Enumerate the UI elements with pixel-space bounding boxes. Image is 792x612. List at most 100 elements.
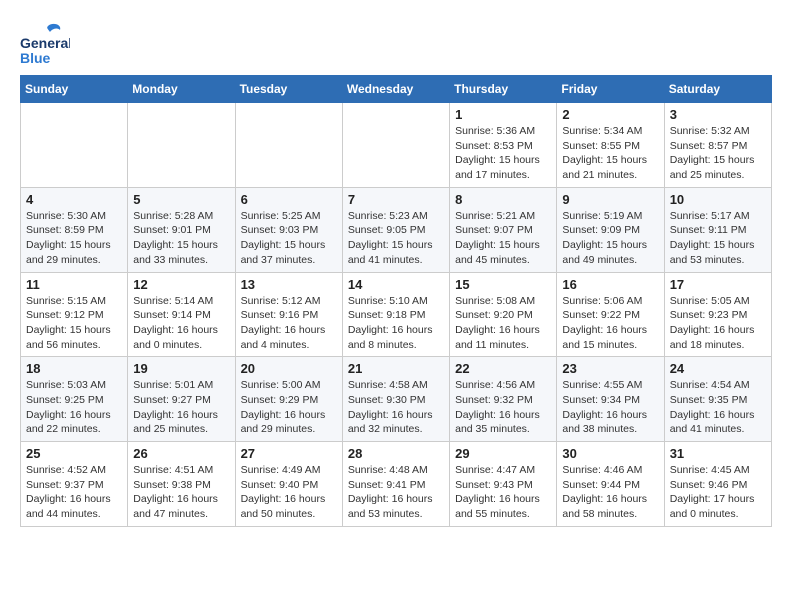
calendar-cell: 30Sunrise: 4:46 AM Sunset: 9:44 PM Dayli… [557, 442, 664, 527]
weekday-header-monday: Monday [128, 76, 235, 103]
day-number: 4 [26, 192, 122, 207]
weekday-header-row: SundayMondayTuesdayWednesdayThursdayFrid… [21, 76, 772, 103]
svg-text:General: General [20, 35, 70, 51]
calendar-cell: 16 Sunrise: 5:06 AM Sunset: 9:22 PM Dayli… [557, 272, 664, 357]
calendar-cell: 3 Sunrise: 5:32 AM Sunset: 8:57 PM Daylig… [664, 103, 771, 188]
day-number: 29 [455, 446, 551, 461]
calendar-cell: 24 Sunrise: 4:54 AM Sunset: 9:35 PM Dayli… [664, 357, 771, 442]
day-number: 23 [562, 361, 658, 376]
day-number: 9 [562, 192, 658, 207]
calendar-cell: 10Sunrise: 5:17 AM Sunset: 9:11 PM Dayli… [664, 187, 771, 272]
week-row-2: 4Sunrise: 5:30 AM Sunset: 8:59 PM Daylig… [21, 187, 772, 272]
day-info: Sunrise: 5:10 AM Sunset: 9:18 PM Dayligh… [348, 294, 444, 353]
day-info: Sunrise: 5:21 AM Sunset: 9:07 PM Dayligh… [455, 209, 551, 268]
day-info: Sunrise: 5:34 AM Sunset: 8:55 PM Dayligh… [562, 124, 658, 183]
weekday-header-saturday: Saturday [664, 76, 771, 103]
calendar-cell: 23 Sunrise: 4:55 AM Sunset: 9:34 PM Dayli… [557, 357, 664, 442]
weekday-header-tuesday: Tuesday [235, 76, 342, 103]
day-number: 7 [348, 192, 444, 207]
calendar-cell: 2 Sunrise: 5:34 AM Sunset: 8:55 PM Daylig… [557, 103, 664, 188]
day-info: Sunrise: 5:15 AM Sunset: 9:12 PM Dayligh… [26, 294, 122, 353]
calendar-cell: 6 Sunrise: 5:25 AM Sunset: 9:03 PM Daylig… [235, 187, 342, 272]
day-info: Sunrise: 4:51 AM Sunset: 9:38 PM Dayligh… [133, 463, 229, 522]
day-number: 19 [133, 361, 229, 376]
day-info: Sunrise: 5:17 AM Sunset: 9:11 PM Dayligh… [670, 209, 766, 268]
svg-text:Blue: Blue [20, 50, 51, 65]
day-info: Sunrise: 4:49 AM Sunset: 9:40 PM Dayligh… [241, 463, 337, 522]
logo-svg: GeneralBlue [20, 20, 70, 65]
day-info: Sunrise: 5:05 AM Sunset: 9:23 PM Dayligh… [670, 294, 766, 353]
day-number: 3 [670, 107, 766, 122]
calendar-cell: 14 Sunrise: 5:10 AM Sunset: 9:18 PM Dayli… [342, 272, 449, 357]
day-info: Sunrise: 4:56 AM Sunset: 9:32 PM Dayligh… [455, 378, 551, 437]
calendar-cell: 11 Sunrise: 5:15 AM Sunset: 9:12 PM Dayli… [21, 272, 128, 357]
day-info: Sunrise: 4:55 AM Sunset: 9:34 PM Dayligh… [562, 378, 658, 437]
day-number: 22 [455, 361, 551, 376]
day-info: Sunrise: 5:36 AM Sunset: 8:53 PM Dayligh… [455, 124, 551, 183]
calendar-cell: 12Sunrise: 5:14 AM Sunset: 9:14 PM Dayli… [128, 272, 235, 357]
weekday-header-friday: Friday [557, 76, 664, 103]
day-info: Sunrise: 4:58 AM Sunset: 9:30 PM Dayligh… [348, 378, 444, 437]
calendar-cell: 9 Sunrise: 5:19 AM Sunset: 9:09 PM Daylig… [557, 187, 664, 272]
day-info: Sunrise: 5:03 AM Sunset: 9:25 PM Dayligh… [26, 378, 122, 437]
day-info: Sunrise: 4:47 AM Sunset: 9:43 PM Dayligh… [455, 463, 551, 522]
calendar-cell: 28 Sunrise: 4:48 AM Sunset: 9:41 PM Dayli… [342, 442, 449, 527]
calendar-cell [235, 103, 342, 188]
day-info: Sunrise: 4:46 AM Sunset: 9:44 PM Dayligh… [562, 463, 658, 522]
calendar-cell: 15 Sunrise: 5:08 AM Sunset: 9:20 PM Dayli… [450, 272, 557, 357]
day-info: Sunrise: 5:25 AM Sunset: 9:03 PM Dayligh… [241, 209, 337, 268]
calendar-cell: 27 Sunrise: 4:49 AM Sunset: 9:40 PM Dayli… [235, 442, 342, 527]
day-info: Sunrise: 5:19 AM Sunset: 9:09 PM Dayligh… [562, 209, 658, 268]
calendar-cell: 25 Sunrise: 4:52 AM Sunset: 9:37 PM Dayli… [21, 442, 128, 527]
day-number: 2 [562, 107, 658, 122]
day-info: Sunrise: 5:28 AM Sunset: 9:01 PM Dayligh… [133, 209, 229, 268]
week-row-5: 25 Sunrise: 4:52 AM Sunset: 9:37 PM Dayli… [21, 442, 772, 527]
day-number: 11 [26, 277, 122, 292]
day-number: 20 [241, 361, 337, 376]
day-number: 26 [133, 446, 229, 461]
day-info: Sunrise: 4:48 AM Sunset: 9:41 PM Dayligh… [348, 463, 444, 522]
day-info: Sunrise: 5:08 AM Sunset: 9:20 PM Dayligh… [455, 294, 551, 353]
weekday-header-wednesday: Wednesday [342, 76, 449, 103]
day-number: 17 [670, 277, 766, 292]
day-number: 31 [670, 446, 766, 461]
day-info: Sunrise: 4:54 AM Sunset: 9:35 PM Dayligh… [670, 378, 766, 437]
day-number: 16 [562, 277, 658, 292]
calendar-cell: 21 Sunrise: 4:58 AM Sunset: 9:30 PM Dayli… [342, 357, 449, 442]
day-info: Sunrise: 5:32 AM Sunset: 8:57 PM Dayligh… [670, 124, 766, 183]
calendar-cell: 7 Sunrise: 5:23 AM Sunset: 9:05 PM Daylig… [342, 187, 449, 272]
day-info: Sunrise: 5:06 AM Sunset: 9:22 PM Dayligh… [562, 294, 658, 353]
calendar-cell: 4Sunrise: 5:30 AM Sunset: 8:59 PM Daylig… [21, 187, 128, 272]
calendar-cell: 5 Sunrise: 5:28 AM Sunset: 9:01 PM Daylig… [128, 187, 235, 272]
calendar-cell [128, 103, 235, 188]
weekday-header-sunday: Sunday [21, 76, 128, 103]
calendar-cell: 31Sunrise: 4:45 AM Sunset: 9:46 PM Dayli… [664, 442, 771, 527]
day-info: Sunrise: 5:14 AM Sunset: 9:14 PM Dayligh… [133, 294, 229, 353]
day-number: 14 [348, 277, 444, 292]
day-info: Sunrise: 4:52 AM Sunset: 9:37 PM Dayligh… [26, 463, 122, 522]
calendar-table: SundayMondayTuesdayWednesdayThursdayFrid… [20, 75, 772, 527]
day-number: 5 [133, 192, 229, 207]
page-header: GeneralBlue [20, 20, 772, 65]
day-info: Sunrise: 5:23 AM Sunset: 9:05 PM Dayligh… [348, 209, 444, 268]
week-row-4: 18 Sunrise: 5:03 AM Sunset: 9:25 PM Dayli… [21, 357, 772, 442]
day-number: 6 [241, 192, 337, 207]
day-number: 24 [670, 361, 766, 376]
calendar-cell: 20 Sunrise: 5:00 AM Sunset: 9:29 PM Dayli… [235, 357, 342, 442]
day-number: 21 [348, 361, 444, 376]
day-number: 1 [455, 107, 551, 122]
day-number: 18 [26, 361, 122, 376]
day-number: 13 [241, 277, 337, 292]
day-info: Sunrise: 5:12 AM Sunset: 9:16 PM Dayligh… [241, 294, 337, 353]
calendar-cell: 19Sunrise: 5:01 AM Sunset: 9:27 PM Dayli… [128, 357, 235, 442]
day-number: 27 [241, 446, 337, 461]
day-number: 8 [455, 192, 551, 207]
day-number: 25 [26, 446, 122, 461]
calendar-cell: 8 Sunrise: 5:21 AM Sunset: 9:07 PM Daylig… [450, 187, 557, 272]
calendar-cell: 17 Sunrise: 5:05 AM Sunset: 9:23 PM Dayli… [664, 272, 771, 357]
calendar-cell [342, 103, 449, 188]
day-number: 15 [455, 277, 551, 292]
week-row-1: 1 Sunrise: 5:36 AM Sunset: 8:53 PM Daylig… [21, 103, 772, 188]
day-number: 28 [348, 446, 444, 461]
day-info: Sunrise: 5:00 AM Sunset: 9:29 PM Dayligh… [241, 378, 337, 437]
